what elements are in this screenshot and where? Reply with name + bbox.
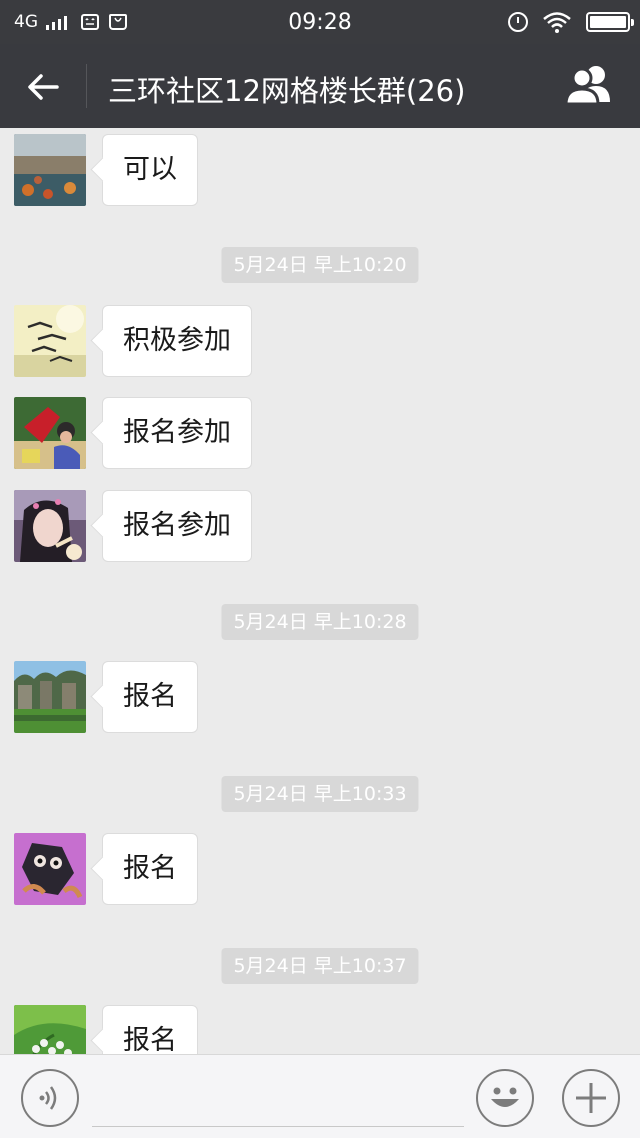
emoji-icon	[491, 1087, 519, 1107]
wifi-icon	[542, 11, 572, 33]
message-item: 报名	[0, 661, 640, 733]
message-item: 可以	[0, 134, 640, 206]
group-members-icon	[564, 66, 610, 106]
voice-icon	[39, 1086, 57, 1110]
message-bubble[interactable]: 可以	[102, 134, 198, 206]
battery-icon	[586, 12, 634, 32]
coastline-avatar[interactable]	[14, 134, 86, 206]
timestamp-row: 5月24日 早上10:37	[0, 948, 640, 984]
message-timestamp: 5月24日 早上10:28	[221, 604, 419, 640]
message-bubble[interactable]: 报名	[102, 661, 198, 733]
nav-divider	[86, 64, 87, 108]
landscape-avatar[interactable]	[14, 661, 86, 733]
plus-icon	[576, 1083, 606, 1113]
cartoon-avatar[interactable]	[14, 833, 86, 905]
message-item: 报名	[0, 833, 640, 905]
back-arrow-icon	[28, 74, 59, 100]
message-item: 报名参加	[0, 490, 640, 562]
timestamp-row: 5月24日 早上10:28	[0, 604, 640, 640]
input-bar	[0, 1054, 640, 1138]
status-right	[508, 9, 634, 35]
status-bar: 4G 09:28	[0, 0, 640, 44]
girl-avatar[interactable]	[14, 490, 86, 562]
message-timestamp: 5月24日 早上10:37	[221, 948, 419, 984]
timestamp-row: 5月24日 早上10:33	[0, 776, 640, 812]
timestamp-row: 5月24日 早上10:20	[0, 247, 640, 283]
nav-bar: 三环社区12网格楼长群(26)	[0, 44, 640, 128]
birds-avatar[interactable]	[14, 305, 86, 377]
message-bubble[interactable]: 报名参加	[102, 397, 252, 469]
alarm-icon	[508, 12, 528, 32]
message-timestamp: 5月24日 早上10:20	[221, 247, 419, 283]
message-bubble[interactable]: 报名	[102, 833, 198, 905]
page-title: 三环社区12网格楼长群(26)	[108, 74, 466, 108]
more-button[interactable]	[562, 1069, 620, 1127]
voice-button[interactable]	[21, 1069, 79, 1127]
emoji-button[interactable]	[476, 1069, 534, 1127]
chat-message-list[interactable]: 可以 5月24日 早上10:20 积极参加 报名参加 报名参加 5月24日 早上…	[0, 128, 640, 1054]
message-bubble[interactable]: 报名参加	[102, 490, 252, 562]
group-members-button[interactable]	[562, 62, 618, 108]
message-item: 报名	[0, 1005, 640, 1054]
people-avatar[interactable]	[14, 397, 86, 469]
message-item: 报名参加	[0, 397, 640, 469]
flowers-avatar[interactable]	[14, 1005, 86, 1054]
message-item: 积极参加	[0, 305, 640, 377]
message-input[interactable]	[92, 1065, 464, 1127]
message-timestamp: 5月24日 早上10:33	[221, 776, 419, 812]
message-bubble[interactable]: 积极参加	[102, 305, 252, 377]
back-button[interactable]	[20, 64, 66, 110]
message-bubble[interactable]: 报名	[102, 1005, 198, 1054]
